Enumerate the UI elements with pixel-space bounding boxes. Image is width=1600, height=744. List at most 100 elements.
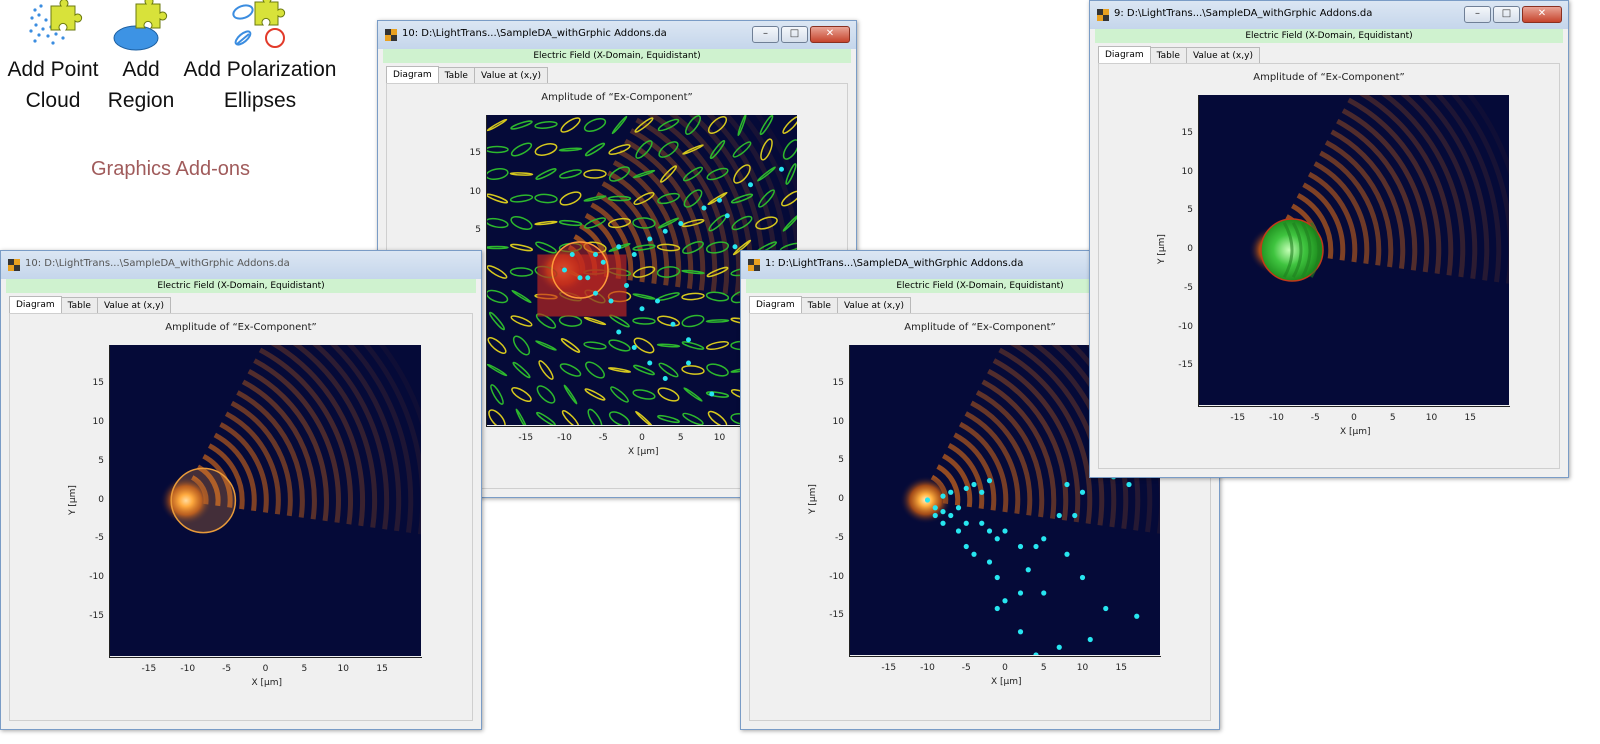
tab-diagram[interactable]: Diagram (749, 296, 802, 314)
tab-table[interactable]: Table (800, 297, 838, 313)
point-cloud-point (631, 252, 637, 257)
tab-table[interactable]: Table (1149, 47, 1187, 63)
point-cloud-point (1056, 512, 1062, 519)
maximize-button[interactable]: □ (1493, 6, 1520, 23)
point-cloud-point (1017, 629, 1024, 635)
point-cloud-point (585, 275, 591, 281)
point-cloud-point (639, 306, 645, 312)
add-region-label-2: Region (107, 89, 175, 112)
add-region-button[interactable]: Add Region (104, 0, 178, 116)
diagram-panel: Amplitude of “Ex-Component” -15 -10 -5 0 5 10… (9, 313, 473, 721)
point-cloud-point (1072, 512, 1078, 519)
point-cloud-point (1025, 567, 1031, 573)
close-button[interactable]: ✕ (1522, 6, 1562, 23)
y-tick-label: 15 (1181, 127, 1193, 138)
point-cloud-point (1041, 590, 1047, 596)
point-cloud-point (1087, 636, 1093, 643)
point-cloud-point (979, 489, 985, 495)
point-cloud-point (940, 493, 946, 499)
y-tick-label: -5 (835, 532, 844, 543)
x-axis-label: X [µm] (1340, 427, 1371, 437)
tab-diagram[interactable]: Diagram (386, 66, 439, 84)
tab-diagram[interactable]: Diagram (9, 296, 62, 314)
point-cloud-point (948, 489, 954, 495)
field-window-circle[interactable]: 9: D:\LightTrans...\SampleDA_withGrphic … (1089, 0, 1569, 478)
y-tick-label: -5 (95, 533, 104, 544)
maximize-icon: □ (1501, 8, 1512, 19)
x-tick-label: 10 (1076, 663, 1089, 673)
region-circle (170, 467, 237, 534)
point-cloud-point (1017, 543, 1024, 550)
point-cloud-point (624, 283, 629, 288)
close-icon: ✕ (1537, 8, 1547, 19)
x-tick-label: -10 (180, 664, 196, 674)
close-button[interactable]: ✕ (810, 26, 850, 43)
add-point-cloud-label-1: Add Point (7, 58, 99, 81)
point-cloud-point (971, 551, 977, 557)
point-cloud-point (616, 329, 622, 335)
point-cloud-point (948, 512, 954, 519)
tab-table[interactable]: Table (437, 67, 475, 83)
point-cloud-point (1064, 481, 1070, 488)
field-plot[interactable] (1199, 95, 1509, 405)
point-cloud-point (1079, 574, 1086, 581)
tab-value-at-xy[interactable]: Value at (x,y) (836, 297, 911, 313)
x-tick-label: -10 (920, 663, 935, 673)
y-tick-label: -15 (1178, 360, 1193, 371)
point-cloud-point (986, 478, 993, 484)
x-axis-label: X [µm] (628, 447, 659, 457)
point-cloud-point (1017, 590, 1024, 596)
point-cloud-point (971, 481, 977, 488)
plot-title: Amplitude of “Ex-Component” (541, 92, 693, 103)
region-icon (113, 0, 168, 51)
field-plot[interactable] (110, 345, 421, 656)
tab-table[interactable]: Table (60, 297, 98, 313)
tab-value-at-xy[interactable]: Value at (x,y) (1185, 47, 1260, 63)
point-cloud-point (994, 574, 1000, 581)
minimize-button[interactable]: – (752, 26, 779, 43)
x-tick-label: 5 (1389, 413, 1396, 423)
view-subtitle: Electric Field (X-Domain, Equidistant) (1095, 29, 1563, 43)
maximize-button[interactable]: □ (781, 26, 808, 43)
tab-value-at-xy[interactable]: Value at (x,y) (96, 297, 171, 313)
x-tick-label: 0 (1351, 413, 1357, 423)
point-cloud-point (1002, 598, 1008, 604)
window-title: 10: D:\LightTrans...\SampleDA_withGrphic… (402, 28, 667, 39)
window-title: 9: D:\LightTrans...\SampleDA_withGrphic … (1114, 8, 1373, 19)
add-point-cloud-button[interactable]: Add Point Cloud (5, 0, 101, 116)
y-tick-label: 5 (98, 455, 104, 466)
y-tick-label: -5 (1184, 282, 1193, 293)
x-tick-label: -15 (1230, 413, 1246, 423)
window-title: 1: D:\LightTrans...\SampleDA_withGrphic … (765, 258, 1024, 269)
view-subtitle: Electric Field (X-Domain, Equidistant) (383, 49, 851, 63)
point-cloud-point (662, 228, 668, 234)
point-cloud-point (1079, 489, 1086, 495)
point-cloud-point (1056, 644, 1062, 650)
minimize-button[interactable]: – (1464, 6, 1491, 23)
add-polarization-ellipses-button[interactable]: Add Polarization Ellipses (182, 0, 338, 116)
tab-value-at-xy[interactable]: Value at (x,y) (473, 67, 548, 83)
y-axis-label: Y [µm] (807, 484, 818, 514)
point-cloud-point (1002, 528, 1008, 534)
window-titlebar[interactable]: 10: D:\LightTrans...\SampleDA_withGrphic… (378, 21, 856, 49)
y-tick-label: 10 (832, 416, 844, 427)
app-icon (385, 29, 397, 41)
window-title: 10: D:\LightTrans...\SampleDA_withGrphic… (25, 258, 290, 269)
x-tick-label: -5 (222, 664, 232, 674)
x-tick-label: 15 (1464, 413, 1476, 423)
point-cloud-point (955, 505, 962, 511)
window-titlebar[interactable]: 10: D:\LightTrans...\SampleDA_withGrphic… (1, 251, 481, 279)
x-tick-label: 10 (337, 664, 349, 674)
point-cloud-point (569, 252, 575, 257)
window-titlebar[interactable]: 9: D:\LightTrans...\SampleDA_withGrphic … (1090, 1, 1568, 29)
tab-diagram[interactable]: Diagram (1098, 46, 1151, 64)
app-icon (1097, 9, 1109, 21)
field-window-region[interactable]: 10: D:\LightTrans...\SampleDA_withGrphic… (0, 250, 482, 730)
y-tick-label: 5 (838, 455, 844, 466)
point-cloud-point (986, 559, 993, 565)
point-cloud-point (562, 267, 567, 273)
point-cloud-point (1126, 481, 1132, 488)
minimize-icon: – (1475, 8, 1480, 19)
point-cloud-point (1103, 605, 1109, 612)
point-cloud-point (1033, 543, 1039, 550)
